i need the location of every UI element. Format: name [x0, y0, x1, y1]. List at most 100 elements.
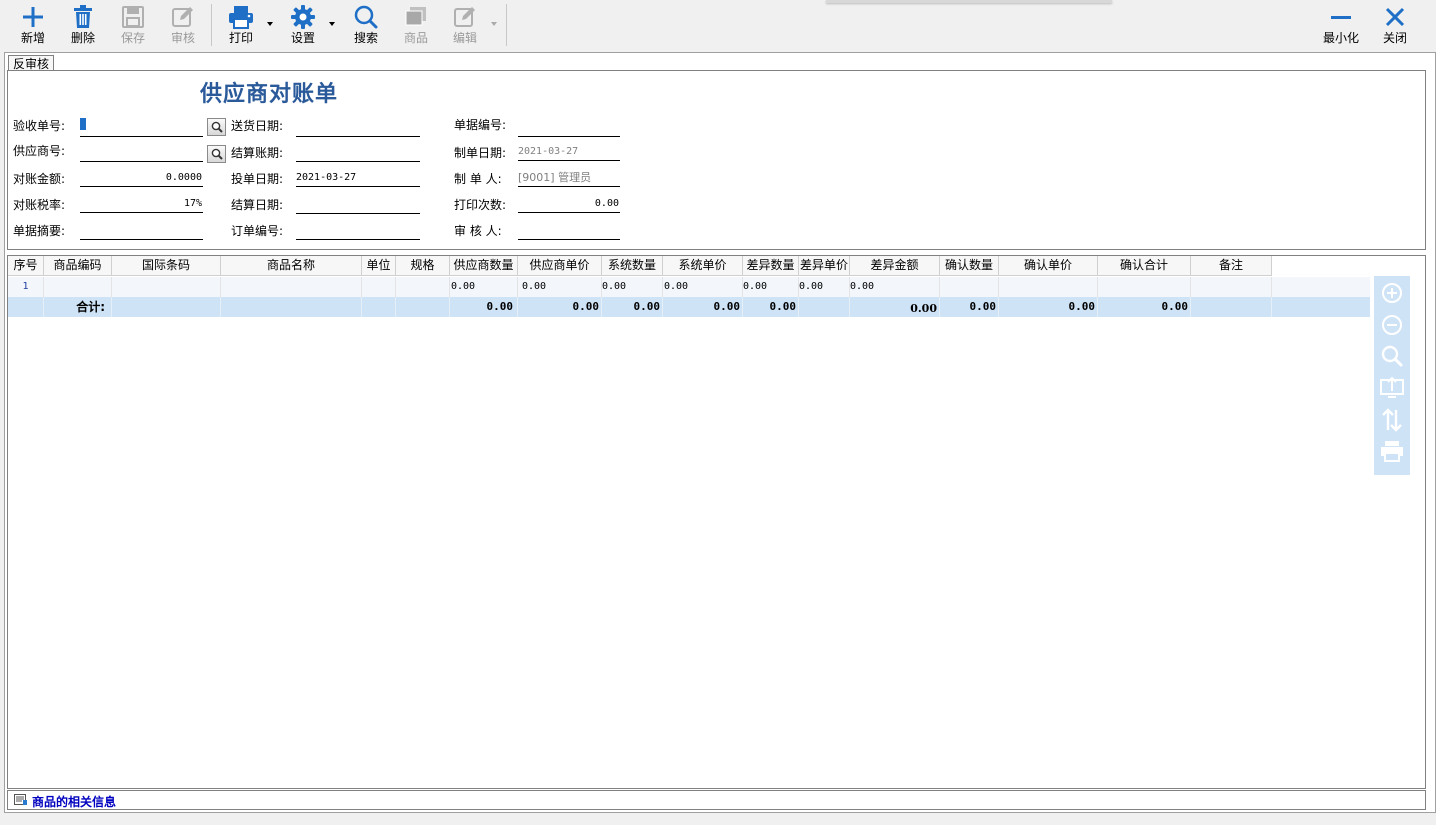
- recon-amount-input[interactable]: 0.0000: [80, 171, 203, 187]
- column-header[interactable]: 规格: [396, 256, 450, 276]
- supplier-no-lookup-button[interactable]: [207, 145, 226, 163]
- print-dropdown-icon[interactable]: [267, 22, 273, 26]
- save-button[interactable]: 保存: [117, 3, 149, 49]
- print-count-input[interactable]: 0.00: [518, 197, 620, 213]
- cell-remark[interactable]: [1191, 277, 1272, 297]
- column-header[interactable]: 国际条码: [112, 256, 221, 276]
- summary-label: 单据摘要:: [13, 224, 66, 238]
- edit-icon: [454, 3, 476, 31]
- recon-tax-input[interactable]: 17%: [80, 197, 203, 213]
- delivery-date-input[interactable]: [296, 121, 420, 137]
- audit-button[interactable]: 审核: [167, 3, 199, 49]
- column-header[interactable]: 序号: [8, 256, 44, 276]
- column-header[interactable]: 确认合计: [1098, 256, 1191, 276]
- column-header[interactable]: 备注: [1191, 256, 1272, 276]
- cell-confirm-price[interactable]: [999, 277, 1098, 297]
- close-button[interactable]: 关闭: [1379, 3, 1411, 49]
- total-cell: [362, 297, 396, 317]
- supplier-no-input[interactable]: [80, 146, 203, 162]
- total-label: 合计:: [44, 297, 112, 317]
- minus-circle-icon: [1382, 315, 1402, 335]
- print-count-label: 打印次数:: [454, 198, 507, 212]
- create-date-label: 制单日期:: [454, 146, 507, 160]
- add-button[interactable]: 新增: [17, 3, 49, 49]
- edit-dropdown-icon[interactable]: [491, 22, 497, 26]
- recon-tax-label: 对账税率:: [13, 198, 66, 212]
- plus-icon: [21, 3, 45, 31]
- cell-confirm-total[interactable]: [1098, 277, 1191, 297]
- printer-icon: [228, 3, 254, 31]
- related-info-bar[interactable]: 商品的相关信息: [7, 790, 1426, 810]
- cell-confirm-qty[interactable]: [940, 277, 999, 297]
- column-header[interactable]: 供应商单价: [518, 256, 602, 276]
- cell-supplier-qty[interactable]: 0.00: [450, 277, 518, 297]
- product-grid: 序号 商品编码 国际条码 商品名称 单位 规格 供应商数量 供应商单价 系统数量…: [7, 255, 1426, 789]
- edit-button[interactable]: 编辑: [449, 3, 481, 49]
- column-header[interactable]: 确认数量: [940, 256, 999, 276]
- grid-print-button[interactable]: [1380, 439, 1404, 463]
- column-header[interactable]: 确认单价: [999, 256, 1098, 276]
- search-button[interactable]: 搜索: [350, 3, 382, 49]
- toolbar: 新增 删除 保存 审核 打印 设置 搜索 商品 编辑 最小化 关闭: [0, 0, 1436, 50]
- grid-side-toolbar: [1374, 276, 1410, 475]
- column-header[interactable]: 商品名称: [221, 256, 362, 276]
- table-row[interactable]: 1 0.00 0.00 0.00 0.00 0.00 0.00 0.00: [8, 277, 1370, 297]
- print-button[interactable]: 打印: [225, 3, 257, 49]
- receipt-no-input[interactable]: [80, 121, 203, 137]
- cell-diff-amount[interactable]: 0.00: [850, 277, 940, 297]
- column-header[interactable]: 商品编码: [44, 256, 112, 276]
- cell-product-code[interactable]: [44, 277, 112, 297]
- related-info-label: 商品的相关信息: [32, 795, 117, 809]
- total-cell: [221, 297, 362, 317]
- submit-date-input[interactable]: 2021-03-27: [296, 171, 420, 187]
- minimize-icon: [1330, 3, 1352, 31]
- delete-button[interactable]: 删除: [67, 3, 99, 49]
- doc-no-input[interactable]: [518, 121, 620, 137]
- settings-dropdown-icon[interactable]: [329, 22, 335, 26]
- settle-date-input[interactable]: [296, 198, 420, 214]
- product-button[interactable]: 商品: [400, 3, 432, 49]
- receipt-no-lookup-button[interactable]: [207, 118, 226, 136]
- close-icon: [1384, 3, 1406, 31]
- cell-supplier-price[interactable]: 0.00: [518, 277, 602, 297]
- add-row-button[interactable]: [1380, 281, 1404, 305]
- column-header[interactable]: 单位: [362, 256, 396, 276]
- delivery-date-label: 送货日期:: [231, 119, 284, 133]
- cell-system-price[interactable]: 0.00: [663, 277, 743, 297]
- remove-row-button[interactable]: [1380, 313, 1404, 337]
- sort-button[interactable]: [1380, 408, 1404, 432]
- cell-diff-qty[interactable]: 0.00: [743, 277, 799, 297]
- cell-spec[interactable]: [396, 277, 450, 297]
- trash-icon: [72, 3, 94, 31]
- column-header[interactable]: 差异数量: [743, 256, 799, 276]
- create-date-input[interactable]: 2021-03-27: [518, 145, 620, 161]
- settings-button[interactable]: 设置: [287, 3, 319, 49]
- cell-system-qty[interactable]: 0.00: [602, 277, 663, 297]
- total-cell: [1191, 297, 1272, 317]
- column-header[interactable]: 供应商数量: [450, 256, 518, 276]
- column-header[interactable]: 系统单价: [663, 256, 743, 276]
- summary-input[interactable]: [80, 224, 203, 240]
- order-no-input[interactable]: [296, 224, 420, 240]
- grid-search-button[interactable]: [1380, 344, 1404, 368]
- export-button[interactable]: [1380, 376, 1404, 400]
- total-cell: [112, 297, 221, 317]
- minimize-button[interactable]: 最小化: [1320, 3, 1362, 49]
- cell-product-name[interactable]: [221, 277, 362, 297]
- column-header[interactable]: 差异金额: [850, 256, 940, 276]
- column-header[interactable]: 系统数量: [602, 256, 663, 276]
- search-icon: [1381, 345, 1403, 367]
- cell-unit[interactable]: [362, 277, 396, 297]
- total-system-qty: 0.00: [602, 297, 663, 317]
- printer-icon: [1381, 441, 1403, 462]
- column-header[interactable]: 差异单价: [799, 256, 850, 276]
- creator-input[interactable]: [9001] 管理员: [518, 171, 620, 187]
- auditor-input[interactable]: [518, 224, 620, 240]
- total-cell: [799, 297, 850, 317]
- magnifier-icon: [211, 148, 223, 160]
- plus-circle-icon: [1382, 283, 1402, 303]
- settle-period-input[interactable]: [296, 146, 420, 162]
- text-cursor: [80, 118, 86, 130]
- cell-barcode[interactable]: [112, 277, 221, 297]
- cell-diff-price[interactable]: 0.00: [799, 277, 850, 297]
